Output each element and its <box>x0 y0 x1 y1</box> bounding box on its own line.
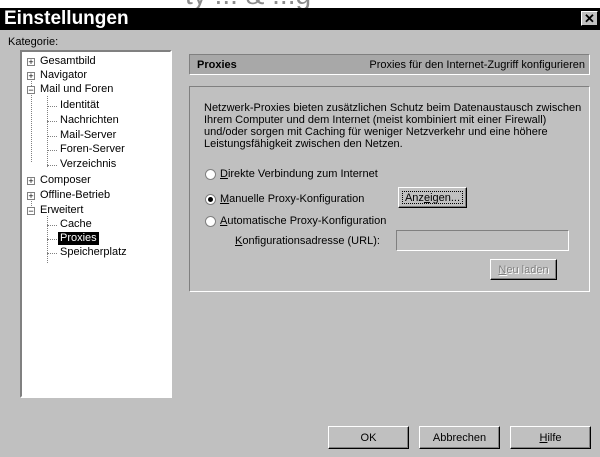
tree-item-composer[interactable]: Composer <box>40 174 91 187</box>
expand-icon[interactable]: + <box>27 177 35 186</box>
tree-item-mail-foren[interactable]: Mail und Foren <box>40 83 113 96</box>
collapse-icon[interactable]: − <box>27 207 35 216</box>
collapse-icon[interactable]: − <box>27 86 35 95</box>
tree-item-verzeichnis[interactable]: Verzeichnis <box>60 158 116 171</box>
category-label: Kategorie: <box>8 36 59 48</box>
tree-item-gesamtbild[interactable]: Gesamtbild <box>40 55 96 68</box>
radio-selected-dot <box>208 197 213 202</box>
tree-item-erweitert[interactable]: Erweitert <box>40 204 83 217</box>
tree-item-foren-server[interactable]: Foren-Server <box>60 143 125 156</box>
tree-line <box>47 165 57 166</box>
tree-line <box>47 239 57 240</box>
radio-auto-text: utomatische Proxy-Konfiguration <box>227 215 387 227</box>
view-button[interactable]: Anzeigen... <box>398 187 467 208</box>
help-button[interactable]: Hilfe <box>510 426 591 449</box>
help-button-label: Hilfe <box>539 431 562 444</box>
expand-icon[interactable]: + <box>27 58 35 67</box>
close-icon: ✕ <box>584 11 595 26</box>
preferences-dialog: ty ... & ...g Einstellungen ✕ Kategorie:… <box>0 0 600 457</box>
tree-line <box>47 121 57 122</box>
accesskey-m: M <box>220 193 230 205</box>
expand-icon[interactable]: + <box>27 192 35 201</box>
window-title: Einstellungen <box>4 8 129 29</box>
proxy-settings-group: Netzwerk-Proxies bieten zusätzlichen Sch… <box>189 86 590 292</box>
section-description: Proxies für den Internet-Zugriff konfigu… <box>369 59 585 71</box>
close-button[interactable]: ✕ <box>581 11 598 26</box>
tree-item-nachrichten[interactable]: Nachrichten <box>60 114 119 127</box>
reload-button[interactable]: Neu laden <box>490 259 557 280</box>
tree-item-speicherplatz[interactable]: Speicherplatz <box>60 246 127 259</box>
radio-direct-label[interactable]: Direkte Verbindung zum Internet <box>220 168 378 180</box>
radio-direct-connection[interactable] <box>205 169 216 180</box>
radio-auto-proxy[interactable] <box>205 216 216 227</box>
ok-button[interactable]: OK <box>328 426 409 449</box>
radio-manual-text: anuelle Proxy-Konfiguration <box>229 193 365 205</box>
tree-item-offline[interactable]: Offline-Betrieb <box>40 189 110 202</box>
radio-direct-text: irekte Verbindung zum Internet <box>227 168 378 180</box>
url-label: Konfigurationsadresse (URL): <box>235 235 380 247</box>
tree-line <box>47 136 57 137</box>
focus-ring <box>402 191 463 204</box>
title-area: ty ... & ...g Einstellungen ✕ <box>0 0 600 30</box>
tree-item-identitaet[interactable]: Identität <box>60 99 99 112</box>
title-bar[interactable]: Einstellungen ✕ <box>0 8 600 30</box>
tree-item-mail-server[interactable]: Mail-Server <box>60 129 116 142</box>
tree-item-cache[interactable]: Cache <box>60 218 92 231</box>
category-tree[interactable]: + Gesamtbild + Navigator − Mail und Fore… <box>20 50 172 398</box>
tree-line <box>47 253 57 254</box>
tree-item-navigator[interactable]: Navigator <box>40 69 87 82</box>
tree-line <box>47 225 57 226</box>
tree-line <box>47 106 57 107</box>
tree-item-proxies[interactable]: Proxies <box>58 232 99 245</box>
expand-icon[interactable]: + <box>27 72 35 81</box>
proxy-description: Netzwerk-Proxies bieten zusätzlichen Sch… <box>204 102 582 150</box>
url-input[interactable] <box>396 230 569 251</box>
radio-manual-proxy[interactable] <box>205 194 216 205</box>
section-header: Proxies Proxies für den Internet-Zugriff… <box>189 54 590 75</box>
section-title: Proxies <box>197 59 237 71</box>
tree-line <box>47 150 57 151</box>
radio-manual-label[interactable]: Manuelle Proxy-Konfiguration <box>220 193 364 205</box>
cancel-button[interactable]: Abbrechen <box>419 426 500 449</box>
radio-auto-label[interactable]: Automatische Proxy-Konfiguration <box>220 215 386 227</box>
accesskey-d: D <box>220 168 228 180</box>
reload-button-label: Neu laden <box>498 263 549 276</box>
